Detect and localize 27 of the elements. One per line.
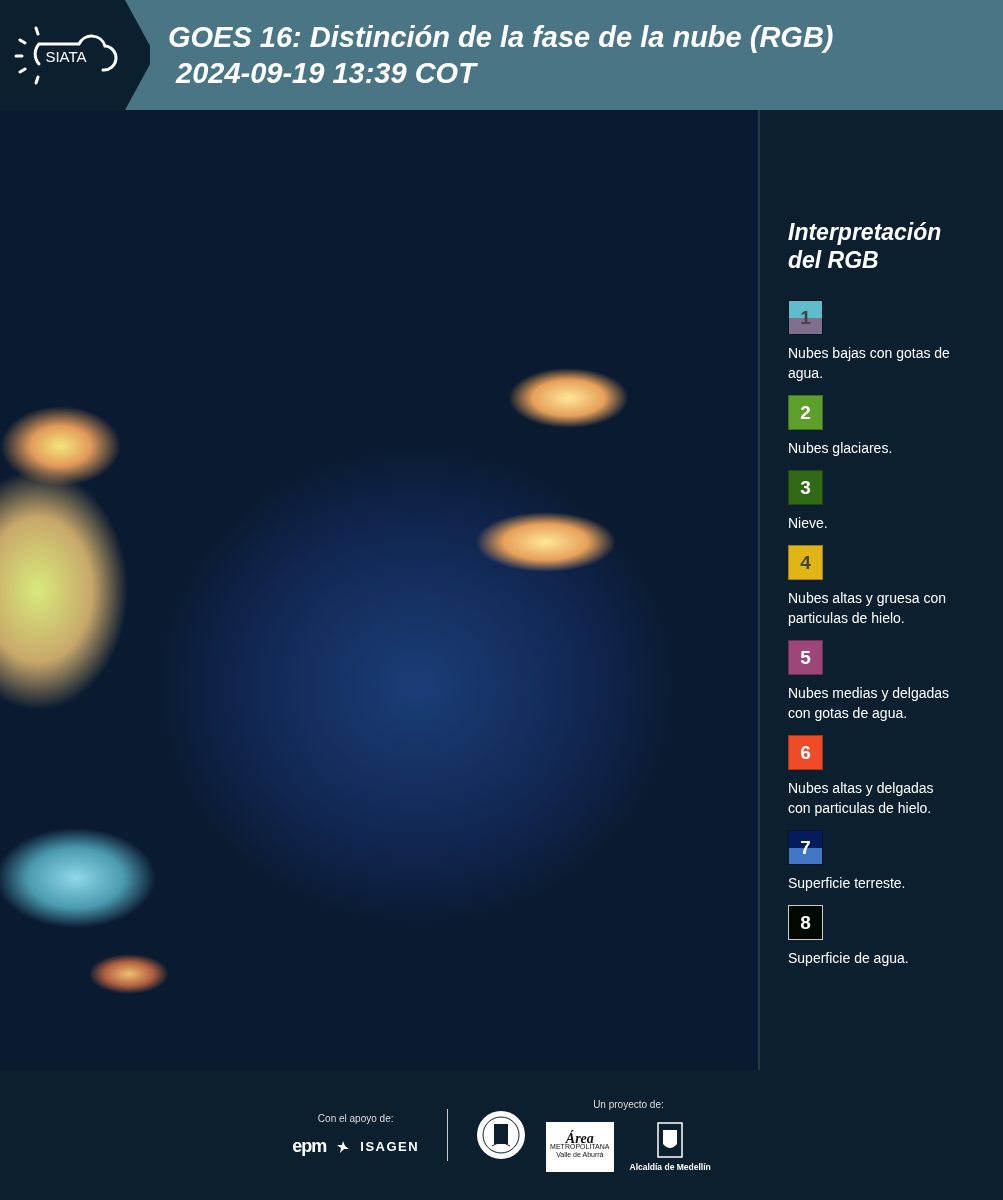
map-title: GOES 16: Distinción de la fase de la nube (RGB) (168, 20, 834, 55)
legend-swatch: 6 (788, 735, 823, 770)
legend-swatch: 2 (788, 395, 823, 430)
legend-swatch: 4 (788, 545, 823, 580)
legend-description: Nubes bajas con gotas de agua. (788, 344, 951, 383)
legend-swatch: 8 (788, 905, 823, 940)
logo-text: SIATA (45, 48, 87, 65)
support-label: Con el apoyo de: (317, 1113, 394, 1124)
legend-title: Interpretación del RGB (788, 218, 943, 274)
legend-description: Nieve. (788, 514, 829, 533)
legend-swatch: 5 (788, 640, 823, 675)
legend-description: Superficie de agua. (788, 949, 910, 968)
timestamp: 2024-09-19 13:39 COT (174, 56, 479, 91)
legend-description: Nubes glaciares. (788, 439, 894, 458)
sponsor-logo: ISAGEN (360, 1139, 420, 1154)
project-label: Un proyecto de: (593, 1098, 664, 1110)
legend-number: 7 (800, 836, 811, 859)
legend-description: Nubes altas y delgadas con particulas de hielo. (788, 779, 935, 818)
coat-of-arms-icon (657, 1121, 684, 1158)
legend-description: Superficie terreste. (788, 874, 907, 893)
legend-swatch: 3 (788, 470, 823, 505)
sponsor-logo: epm (292, 1136, 327, 1157)
university-seal-icon (476, 1110, 527, 1160)
legend-description: Nubes altas y gruesa con particulas de hielo. (788, 589, 947, 628)
legend-number: 1 (800, 306, 811, 329)
legend-description: Nubes medias y delgadas con gotas de agua. (788, 684, 951, 723)
city-hall-logo-text: Alcaldía de Medellín (629, 1161, 711, 1172)
